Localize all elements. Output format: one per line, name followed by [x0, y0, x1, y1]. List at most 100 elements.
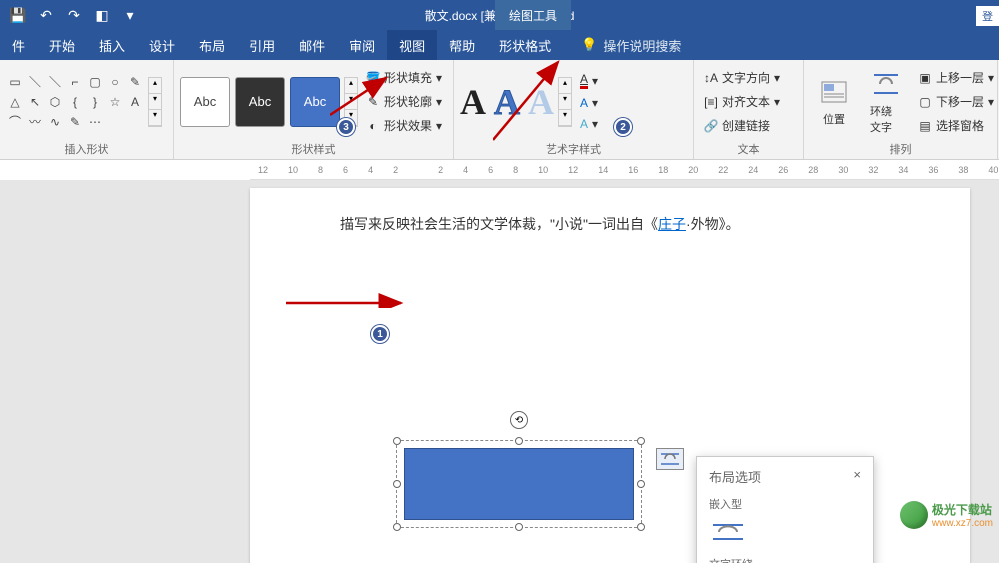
- style-preset-blue[interactable]: Abc: [290, 77, 340, 127]
- redo-icon[interactable]: ↷: [66, 7, 82, 23]
- tab-file[interactable]: 件: [0, 30, 37, 60]
- gallery-scroller[interactable]: ▴▾▾: [148, 77, 162, 127]
- ruler-tick: 16: [628, 165, 638, 175]
- ribbon-tabs: 件 开始 插入 设计 布局 引用 邮件 审阅 视图 帮助 形状格式 💡 操作说明…: [0, 30, 999, 60]
- bring-forward-button[interactable]: ▣ 上移一层▾: [914, 67, 998, 88]
- bucket-icon: 🪣: [366, 71, 380, 85]
- shape-textbox-icon[interactable]: ▭: [6, 73, 24, 91]
- annotation-bullet-2: 2: [614, 118, 632, 136]
- shape-connector-icon[interactable]: ⌐: [66, 73, 84, 91]
- shape-line2-icon[interactable]: ＼: [46, 73, 64, 91]
- shape-freeform-icon[interactable]: ∿: [46, 113, 64, 131]
- group-insert-shapes: ▭ ＼ ＼ ⌐ ▢ ○ ✎ △ ↖ ⬡ { } ☆ A ⌒ 〰 ∿ ✎ ⋯: [0, 60, 174, 159]
- position-dropdown[interactable]: 位置: [810, 72, 858, 131]
- tab-mailings[interactable]: 邮件: [287, 30, 337, 60]
- wordart-preset-1[interactable]: A: [460, 81, 486, 123]
- text-effects-dropdown[interactable]: A▾: [576, 115, 602, 133]
- new-icon[interactable]: ▾: [122, 7, 138, 23]
- shape-triangle-icon[interactable]: △: [6, 93, 24, 111]
- tab-view[interactable]: 视图: [387, 30, 437, 60]
- group-text: ↕A 文字方向▾ [≡] 对齐文本▾ 🔗 创建链接 文本: [694, 60, 804, 159]
- pen-icon: ✎: [366, 95, 380, 109]
- ruler-tick: 38: [958, 165, 968, 175]
- wrap-inline[interactable]: [709, 518, 747, 546]
- tab-help[interactable]: 帮助: [437, 30, 487, 60]
- selected-rectangle-shape[interactable]: [404, 448, 634, 520]
- tab-layout[interactable]: 布局: [187, 30, 237, 60]
- selection-pane-icon: ▤: [918, 119, 932, 133]
- touch-icon[interactable]: ◧: [94, 7, 110, 23]
- shapes-gallery[interactable]: ▭ ＼ ＼ ⌐ ▢ ○ ✎ △ ↖ ⬡ { } ☆ A ⌒ 〰 ∿ ✎ ⋯: [6, 73, 144, 131]
- shape-rect-icon[interactable]: ▢: [86, 73, 104, 91]
- ruler-tick: 20: [688, 165, 698, 175]
- shape-brace2-icon[interactable]: }: [86, 93, 104, 111]
- horizontal-ruler[interactable]: 1210864224681012141618202224262830323436…: [250, 160, 999, 180]
- ruler-tick: 4: [463, 165, 468, 175]
- annotation-bullet-1: 1: [371, 325, 389, 343]
- bring-forward-icon: ▣: [918, 71, 932, 85]
- wrap-text-dropdown[interactable]: 环绕文字: [862, 64, 910, 139]
- shape-arrow-icon[interactable]: ↖: [26, 93, 44, 111]
- ruler-tick: 30: [838, 165, 848, 175]
- wordart-gallery[interactable]: A A A: [460, 81, 554, 123]
- shape-hexagon-icon[interactable]: ⬡: [46, 93, 64, 111]
- shape-effects-dropdown[interactable]: ◐ 形状效果▾: [362, 115, 446, 136]
- layout-popup-title: 布局选项: [709, 467, 761, 486]
- shape-star-icon[interactable]: ☆: [106, 93, 124, 111]
- shape-fill-dropdown[interactable]: 🪣 形状填充▾: [362, 67, 446, 88]
- tab-review[interactable]: 审阅: [337, 30, 387, 60]
- align-text-icon: [≡]: [704, 95, 718, 109]
- ruler-tick: 8: [513, 165, 518, 175]
- shape-more-icon[interactable]: ⋯: [86, 113, 104, 131]
- selection-pane-button[interactable]: ▤ 选择窗格: [914, 115, 998, 136]
- shape-style-gallery[interactable]: Abc Abc Abc: [180, 77, 340, 127]
- wordart-gallery-scroller[interactable]: ▴▾▾: [558, 77, 572, 127]
- save-icon[interactable]: 💾: [10, 7, 26, 23]
- close-icon[interactable]: ×: [853, 467, 861, 486]
- ruler-tick: 36: [928, 165, 938, 175]
- shape-line-icon[interactable]: ＼: [26, 73, 44, 91]
- ruler-tick: 10: [538, 165, 548, 175]
- align-text-dropdown[interactable]: [≡] 对齐文本▾: [700, 91, 784, 112]
- undo-icon[interactable]: ↶: [38, 7, 54, 23]
- ruler-tick: 34: [898, 165, 908, 175]
- body-text[interactable]: 描写来反映社会生活的文学体裁，"小说"一词出自《庄子·外物》。: [340, 212, 890, 237]
- create-link-button[interactable]: 🔗 创建链接: [700, 115, 784, 136]
- login-button[interactable]: 登: [976, 6, 999, 26]
- group-shape-styles: Abc Abc Abc ▴▾▾ 🪣 形状填充▾ ✎ 形状轮廓▾ ◐ 形状效果▾: [174, 60, 454, 159]
- tab-design[interactable]: 设计: [137, 30, 187, 60]
- tab-shape-format[interactable]: 形状格式: [487, 30, 563, 60]
- document-area: 描写来反映社会生活的文学体裁，"小说"一词出自《庄子·外物》。 ⟲ 布局选项 ×…: [0, 180, 999, 563]
- wordart-preset-2[interactable]: A: [494, 81, 520, 123]
- group-wordart-styles: A A A ▴▾▾ A▾ A▾ A▾ 艺术字样式: [454, 60, 694, 159]
- shape-curve-icon[interactable]: ⌒: [6, 113, 24, 131]
- ruler-tick: 10: [288, 165, 298, 175]
- body-link[interactable]: 庄子: [658, 216, 686, 232]
- shape-circle-icon[interactable]: ○: [106, 73, 124, 91]
- ruler-tick: 22: [718, 165, 728, 175]
- send-backward-button[interactable]: ▢ 下移一层▾: [914, 91, 998, 112]
- tab-home[interactable]: 开始: [37, 30, 87, 60]
- ruler-tick: 6: [488, 165, 493, 175]
- shape-scribble-icon[interactable]: ✎: [66, 113, 84, 131]
- shape-wave-icon[interactable]: 〰: [26, 113, 44, 131]
- text-fill-dropdown[interactable]: A▾: [576, 70, 602, 91]
- shape-text-icon[interactable]: A: [126, 93, 144, 111]
- text-direction-icon: ↕A: [704, 71, 718, 85]
- text-direction-dropdown[interactable]: ↕A 文字方向▾: [700, 67, 784, 88]
- shape-edit-icon[interactable]: ✎: [126, 73, 144, 91]
- tell-me-search[interactable]: 💡 操作说明搜索: [563, 36, 681, 55]
- shape-outline-dropdown[interactable]: ✎ 形状轮廓▾: [362, 91, 446, 112]
- quick-access-toolbar: 💾 ↶ ↷ ◧ ▾: [0, 7, 138, 23]
- wordart-preset-3[interactable]: A: [528, 81, 554, 123]
- text-outline-dropdown[interactable]: A▾: [576, 94, 602, 112]
- ruler-tick: 14: [598, 165, 608, 175]
- style-preset-black[interactable]: Abc: [235, 77, 285, 127]
- shape-brace-icon[interactable]: {: [66, 93, 84, 111]
- tab-insert[interactable]: 插入: [87, 30, 137, 60]
- layout-options-button[interactable]: [656, 448, 684, 470]
- tab-references[interactable]: 引用: [237, 30, 287, 60]
- ruler-tick: 2: [438, 165, 443, 175]
- style-preset-white[interactable]: Abc: [180, 77, 230, 127]
- position-icon: [818, 76, 850, 108]
